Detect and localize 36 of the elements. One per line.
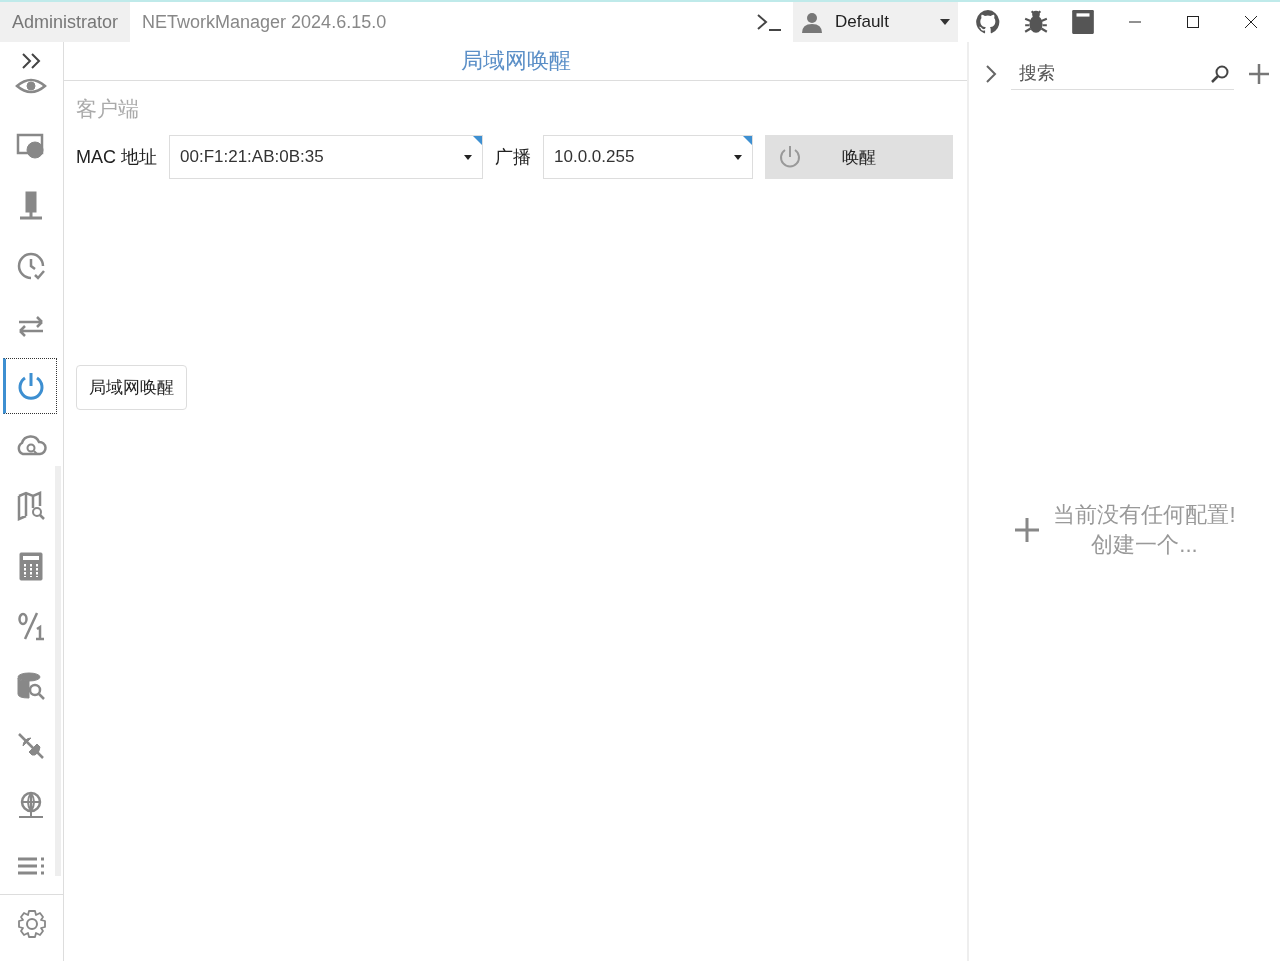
chevron-icon[interactable] xyxy=(985,64,997,84)
corner-marker xyxy=(473,136,482,145)
mac-address-combobox[interactable]: 00:F1:21:AB:0B:35 xyxy=(169,135,483,179)
group-header: 客户端 xyxy=(76,96,140,122)
search-icon xyxy=(1210,64,1230,84)
field-label: 广播 xyxy=(495,146,531,169)
terminal-icon[interactable] xyxy=(756,12,782,32)
broadcast-combobox[interactable]: 10.0.0.255 xyxy=(543,135,753,179)
field-label: MAC 地址 xyxy=(76,146,157,169)
power-icon xyxy=(777,144,803,170)
user-label: Administrator xyxy=(0,2,131,42)
window-title: NETworkManager 2024.6.15.0 xyxy=(142,11,387,33)
wake-button[interactable]: 唤醒 xyxy=(765,135,953,179)
close-icon[interactable] xyxy=(1244,15,1258,29)
profile-dropdown[interactable]: Default xyxy=(793,2,958,42)
binary-icon xyxy=(15,610,47,642)
session-tab[interactable]: 局域网唤醒 xyxy=(76,365,187,410)
caret-icon xyxy=(464,154,472,160)
caret-icon xyxy=(734,154,742,160)
bug-icon[interactable] xyxy=(1023,9,1049,35)
map-search-icon xyxy=(15,490,47,522)
book-icon[interactable] xyxy=(1071,9,1095,35)
clock-check-icon xyxy=(15,250,47,282)
corner-marker xyxy=(743,136,752,145)
page-title: 局域网唤醒 xyxy=(460,47,571,75)
caret-icon xyxy=(940,19,950,25)
database-search-icon xyxy=(15,670,47,702)
maximize-icon[interactable] xyxy=(1186,15,1200,29)
empty-message: 当前没有任何配置! xyxy=(1053,501,1236,529)
add-icon[interactable] xyxy=(1248,63,1270,85)
cat-logo-icon[interactable] xyxy=(975,9,1001,35)
settings-icon[interactable] xyxy=(15,908,48,940)
person-icon xyxy=(801,11,823,33)
add-icon[interactable] xyxy=(1013,516,1042,544)
expand-icon[interactable] xyxy=(20,52,43,70)
nav-item[interactable] xyxy=(3,358,57,414)
